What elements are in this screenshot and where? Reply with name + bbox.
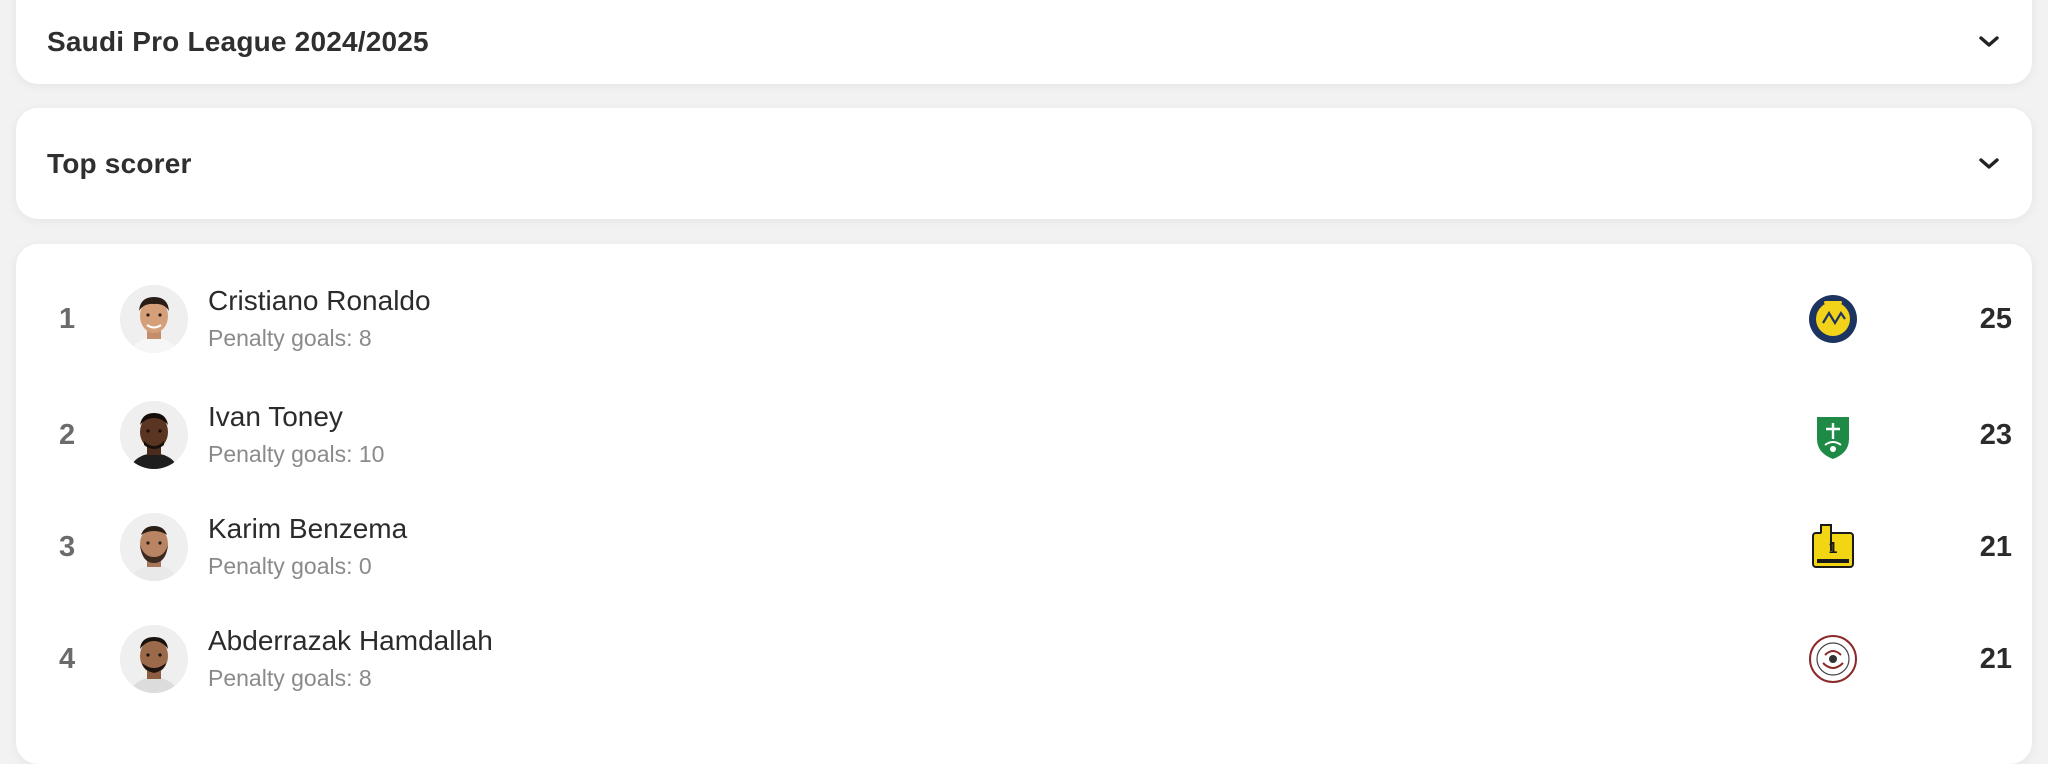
- al-ahli-crest-icon: [1807, 409, 1859, 461]
- al-ittihad-crest-icon: 1: [1807, 521, 1859, 573]
- goals-count: 21: [1979, 642, 2012, 675]
- penalty-goals: Penalty goals: 0: [208, 553, 372, 579]
- chevron-down-icon[interactable]: [1976, 29, 2002, 55]
- player-row[interactable]: 4 Abderrazak Hamdallah Penalty goals: 8: [16, 603, 2032, 715]
- player-rank: 2: [59, 418, 76, 451]
- player-rank: 4: [59, 642, 76, 675]
- player-rank: 3: [59, 530, 76, 563]
- player-name[interactable]: Ivan Toney: [208, 399, 384, 435]
- player-avatar: [120, 401, 188, 469]
- player-name[interactable]: Abderrazak Hamdallah: [208, 623, 493, 659]
- player-row[interactable]: 1 Cristiano Ronaldo Penalty goals: 8 25: [16, 263, 2032, 375]
- player-name[interactable]: Karim Benzema: [208, 511, 407, 547]
- al-nassr-crest-icon: [1807, 293, 1859, 345]
- player-row[interactable]: 2 Ivan Toney Penalty goals: 10 23: [16, 379, 2032, 491]
- goals-count: 21: [1979, 530, 2012, 563]
- top-scorers-list: 1 Cristiano Ronaldo Penalty goals: 8 25 …: [16, 244, 2032, 764]
- stat-type-dropdown[interactable]: Top scorer: [16, 108, 2032, 219]
- svg-text:1: 1: [1829, 540, 1838, 557]
- season-label: Saudi Pro League 2024/2025: [47, 26, 429, 57]
- chevron-down-icon[interactable]: [1976, 151, 2002, 177]
- goals-count: 25: [1979, 302, 2012, 335]
- player-avatar: [120, 625, 188, 693]
- goals-count: 23: [1979, 418, 2012, 451]
- player-name[interactable]: Cristiano Ronaldo: [208, 283, 431, 319]
- player-avatar: [120, 513, 188, 581]
- player-rank: 1: [59, 302, 76, 335]
- season-dropdown[interactable]: Saudi Pro League 2024/2025: [16, 0, 2032, 84]
- penalty-goals: Penalty goals: 10: [208, 441, 385, 467]
- penalty-goals: Penalty goals: 8: [208, 665, 372, 691]
- penalty-goals: Penalty goals: 8: [208, 325, 372, 351]
- al-shabab-crest-icon: [1807, 633, 1859, 685]
- stat-type-label: Top scorer: [47, 147, 192, 179]
- player-avatar: [120, 285, 188, 353]
- player-row[interactable]: 3 Karim Benzema Penalty goals: 0 1 21: [16, 491, 2032, 603]
